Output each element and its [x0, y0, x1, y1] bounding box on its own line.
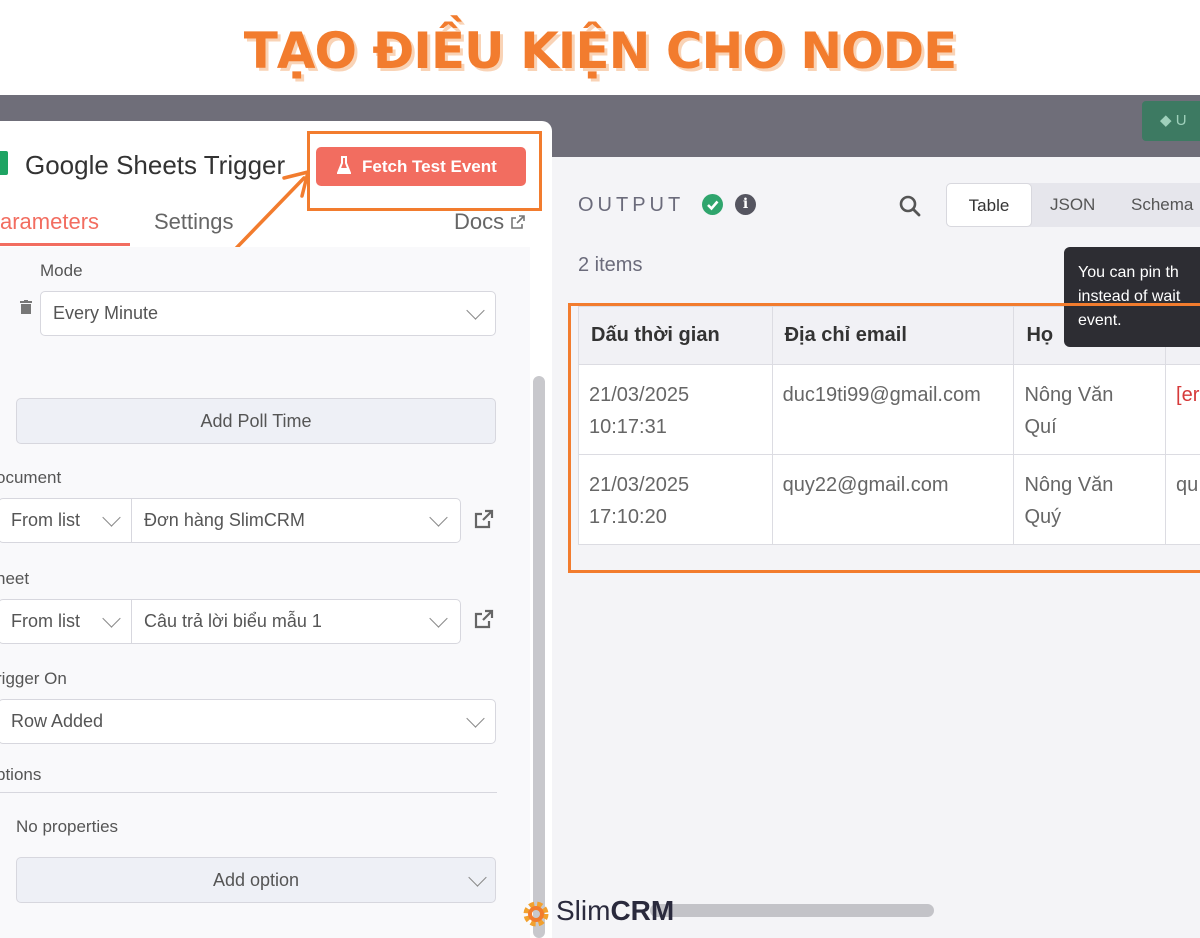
mode-select[interactable]: Every Minute: [40, 291, 496, 336]
tab-parameters[interactable]: arameters: [0, 209, 99, 235]
document-select[interactable]: Đơn hàng SlimCRM: [131, 498, 461, 543]
chevron-down-icon: [429, 609, 448, 628]
sheet-select[interactable]: Câu trả lời biểu mẫu 1: [131, 599, 461, 644]
tab-table[interactable]: Table: [946, 183, 1032, 227]
external-link-icon[interactable]: [473, 508, 495, 530]
no-properties-text: No properties: [16, 817, 119, 836]
gear-icon: [523, 901, 549, 927]
chevron-down-icon: [102, 609, 121, 628]
table-highlight-box: [568, 303, 1200, 573]
vertical-scrollbar[interactable]: [533, 376, 545, 938]
mode-label: Mode: [40, 261, 83, 280]
check-circle-icon: [702, 194, 723, 215]
trash-icon[interactable]: [20, 300, 32, 314]
items-count: 2 items: [578, 254, 643, 276]
tab-schema[interactable]: Schema: [1131, 183, 1193, 227]
output-view-tabs: Table JSON Schema: [946, 183, 1200, 227]
active-tab-underline: [0, 243, 130, 246]
search-icon[interactable]: [898, 194, 922, 218]
external-link-icon[interactable]: [510, 214, 526, 230]
sheet-label: heet: [0, 569, 30, 588]
chevron-down-icon: [468, 868, 487, 887]
upgrade-button[interactable]: ◆ U: [1142, 101, 1200, 141]
chevron-down-icon: [429, 508, 448, 527]
fetch-highlight-box: [307, 131, 542, 211]
tab-json[interactable]: JSON: [1050, 183, 1095, 227]
info-icon[interactable]: i: [735, 194, 756, 215]
sheet-source-select[interactable]: From list: [0, 599, 132, 644]
add-option-button[interactable]: Add option: [16, 857, 496, 903]
options-label: ptions: [0, 765, 42, 784]
slimcrm-logo: SlimCRM: [556, 895, 675, 926]
headline: TẠO ĐIỀU KIỆN CHO NODE: [243, 22, 958, 80]
divider: [0, 792, 497, 793]
tab-settings[interactable]: Settings: [154, 209, 234, 235]
document-source-select[interactable]: From list: [0, 498, 132, 543]
google-sheets-icon: [0, 151, 8, 175]
chevron-down-icon: [102, 508, 121, 527]
chevron-down-icon: [466, 709, 485, 728]
chevron-down-icon: [466, 301, 485, 320]
docs-link[interactable]: Docs: [454, 209, 504, 235]
trigger-on-label: rigger On: [0, 669, 67, 688]
document-label: ocument: [0, 468, 62, 487]
add-poll-time-button[interactable]: Add Poll Time: [16, 398, 496, 444]
horizontal-scrollbar[interactable]: [650, 904, 934, 917]
output-label: OUTPUT: [578, 194, 685, 216]
trigger-on-select[interactable]: Row Added: [0, 699, 496, 744]
external-link-icon[interactable]: [473, 608, 495, 630]
